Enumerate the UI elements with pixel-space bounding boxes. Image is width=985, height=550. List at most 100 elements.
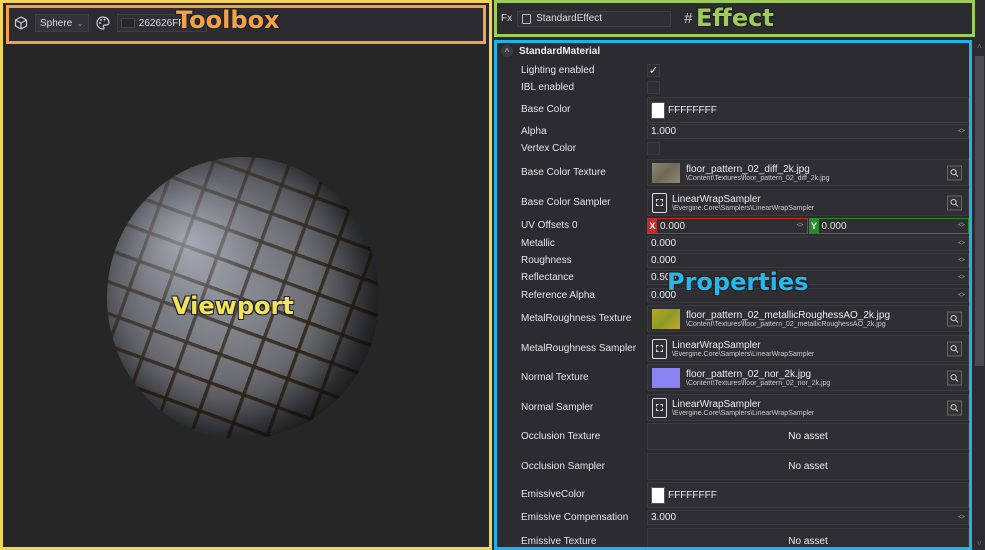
spinner-icon[interactable]: ︿ ﹀ (958, 271, 965, 284)
search-icon[interactable] (947, 341, 962, 356)
section-title: StandardMaterial (519, 45, 601, 57)
base-color-value: FFFFFFFF (668, 104, 717, 116)
asset-path: \Evergine.Core\Samplers\LinearWrapSample… (672, 409, 815, 417)
asset-path: \Content\Textures\floor_pattern_02_nor_2… (686, 379, 831, 387)
metallic-input[interactable]: 0.000 ︿ ﹀ (647, 236, 969, 251)
property-normal-sampler: Normal Sampler LinearWrapSampler \Evergi… (497, 394, 969, 421)
spinner-icon[interactable]: ︿ ﹀ (958, 237, 965, 250)
toolbox-annotation: Toolbox (176, 6, 281, 35)
property-base-color-sampler: Base Color Sampler LinearWrapSampler \Ev… (497, 189, 969, 216)
vertex-color-checkbox[interactable] (647, 142, 660, 155)
asset-path: \Content\Textures\floor_pattern_02_diff_… (686, 174, 830, 182)
property-metal-roughness-sampler: MetalRoughness Sampler LinearWrapSampler… (497, 335, 969, 362)
background-color-swatch[interactable] (120, 18, 135, 28)
property-label: UV Offsets 0 (521, 220, 578, 231)
property-label: Emissive Compensation (521, 512, 629, 523)
property-label: Reflectance (521, 272, 574, 283)
chevron-up-icon[interactable]: ^ (501, 45, 513, 57)
properties-annotation: Properties (666, 268, 809, 297)
x-axis-badge: X (648, 219, 657, 233)
property-label: Reference Alpha (521, 290, 595, 301)
property-label: Occlusion Sampler (521, 461, 605, 472)
asset-name: LinearWrapSampler (672, 398, 761, 410)
palette-icon[interactable] (95, 15, 111, 31)
viewport-annotation: Viewport (172, 292, 295, 321)
normal-sampler-field[interactable]: LinearWrapSampler \Evergine.Core\Sampler… (647, 394, 969, 421)
property-label: Vertex Color (521, 143, 577, 154)
property-emissive-texture: Emissive Texture No asset (497, 528, 969, 547)
hash-icon[interactable]: # (684, 10, 692, 27)
metal-roughness-texture-field[interactable]: floor_pattern_02_metallicRoughessAO_2k.j… (647, 305, 969, 332)
spinner-icon[interactable]: ︿ ﹀ (797, 219, 804, 232)
ibl-enabled-checkbox[interactable] (647, 81, 660, 94)
property-vertex-color: Vertex Color (497, 142, 969, 156)
material-editor: Sphere ⌄ 262626FF Toolbox Viewport Fx St… (0, 0, 985, 550)
search-icon[interactable] (947, 400, 962, 415)
asset-name: floor_pattern_02_metallicRoughessAO_2k.j… (686, 309, 891, 321)
property-uv-offsets: UV Offsets 0 X 0.000 ︿ ﹀ Y 0.000 ︿ ﹀ (497, 218, 969, 234)
asset-name: floor_pattern_02_diff_2k.jpg (686, 163, 810, 175)
property-label: Normal Sampler (521, 402, 594, 413)
uv-offset-x-input[interactable]: X 0.000 ︿ ﹀ (647, 218, 808, 234)
alpha-input[interactable]: 1.000 ︿ ﹀ (647, 124, 969, 139)
emissive-color-field[interactable]: FFFFFFFF (647, 482, 969, 508)
mesh-select[interactable]: Sphere ⌄ (35, 14, 89, 32)
base-color-swatch[interactable] (651, 101, 665, 119)
search-icon[interactable] (947, 165, 962, 180)
base-color-field[interactable]: FFFFFFFF (647, 97, 969, 123)
emissive-color-value: FFFFFFFF (668, 489, 717, 501)
property-label: Emissive Texture (521, 536, 597, 547)
spinner-icon[interactable]: ︿ ﹀ (958, 254, 965, 267)
normal-texture-field[interactable]: floor_pattern_02_nor_2k.jpg \Content\Tex… (647, 364, 969, 391)
roughness-input[interactable]: 0.000 ︿ ﹀ (647, 253, 969, 268)
roughness-value: 0.000 (651, 255, 677, 266)
viewport-panel[interactable] (0, 0, 492, 550)
scroll-up-icon[interactable]: ˄ (975, 42, 984, 51)
emissive-compensation-input[interactable]: 3.000 ︿ ﹀ (647, 510, 969, 525)
search-icon[interactable] (947, 195, 962, 210)
base-color-sampler-field[interactable]: LinearWrapSampler \Evergine.Core\Sampler… (647, 189, 969, 216)
property-label: Normal Texture (521, 372, 589, 383)
metal-roughness-sampler-field[interactable]: LinearWrapSampler \Evergine.Core\Sampler… (647, 335, 969, 362)
asset-path: \Content\Textures\floor_pattern_02_metal… (686, 320, 886, 328)
mesh-select-value: Sphere (40, 17, 73, 29)
spinner-icon[interactable]: ︿ ﹀ (958, 219, 965, 232)
sampler-file-icon (652, 397, 667, 418)
uv-offset-y-value: 0.000 (821, 220, 847, 232)
spinner-icon[interactable]: ︿ ﹀ (958, 289, 965, 302)
metallic-value: 0.000 (651, 238, 677, 249)
property-emissive-color: EmissiveColor FFFFFFFF (497, 482, 969, 508)
emissive-compensation-value: 3.000 (651, 512, 677, 523)
spinner-icon[interactable]: ︿ ﹀ (958, 511, 965, 524)
uv-offset-y-input[interactable]: Y 0.000 ︿ ﹀ (808, 218, 969, 234)
search-icon[interactable] (947, 311, 962, 326)
properties-scrollbar[interactable]: ˄ ˅ (974, 40, 985, 550)
property-base-color-texture: Base Color Texture floor_pattern_02_diff… (497, 159, 969, 186)
effect-select[interactable]: StandardEffect (517, 10, 672, 27)
base-color-texture-field[interactable]: floor_pattern_02_diff_2k.jpg \Content\Te… (647, 159, 969, 186)
y-axis-badge: Y (809, 219, 819, 233)
texture-thumbnail (652, 308, 680, 329)
scrollbar-thumb[interactable] (975, 56, 984, 366)
property-label: EmissiveColor (521, 489, 585, 500)
effect-name: StandardEffect (536, 13, 603, 24)
asset-name: LinearWrapSampler (672, 193, 761, 205)
property-label: Base Color (521, 104, 571, 115)
occlusion-sampler-field[interactable]: No asset (647, 453, 969, 480)
property-label: Lighting enabled (521, 65, 595, 76)
section-header[interactable]: ^ StandardMaterial (501, 45, 600, 57)
scroll-down-icon[interactable]: ˅ (975, 539, 984, 548)
lighting-enabled-checkbox[interactable]: ✓ (647, 64, 660, 77)
spinner-icon[interactable]: ︿ ﹀ (958, 125, 965, 138)
property-metal-roughness-texture: MetalRoughness Texture floor_pattern_02_… (497, 305, 969, 332)
sampler-file-icon (652, 192, 667, 213)
emissive-texture-field[interactable]: No asset (647, 528, 969, 547)
emissive-color-swatch[interactable] (651, 486, 665, 504)
asset-path: \Evergine.Core\Samplers\LinearWrapSample… (672, 350, 815, 358)
property-roughness: Roughness 0.000 ︿ ﹀ (497, 253, 969, 268)
occlusion-texture-field[interactable]: No asset (647, 423, 969, 450)
property-lighting-enabled: Lighting enabled ✓ (497, 64, 969, 78)
document-icon (522, 13, 532, 24)
property-label: Metallic (521, 238, 555, 249)
search-icon[interactable] (947, 370, 962, 385)
